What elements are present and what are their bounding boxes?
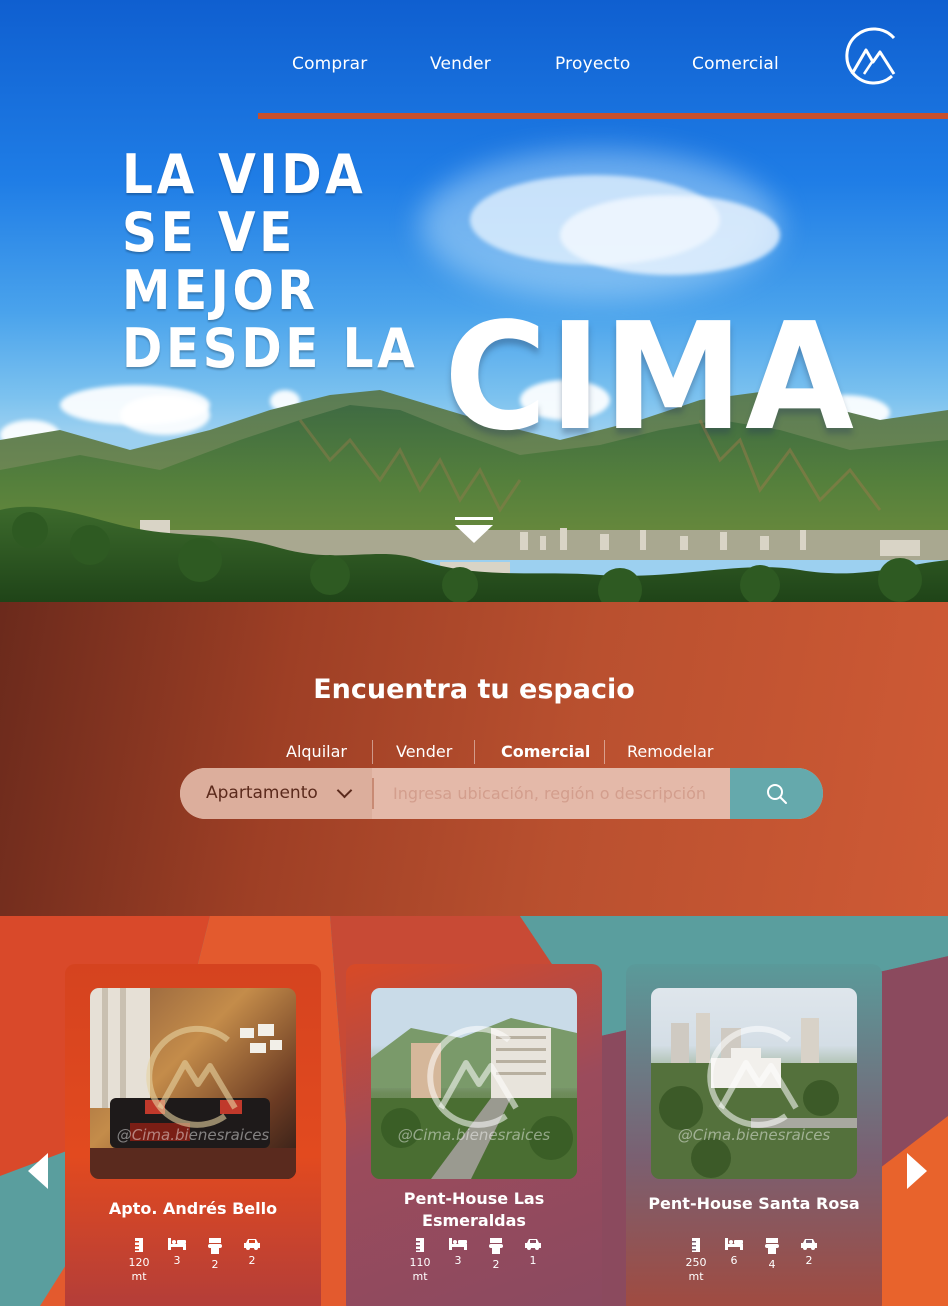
watermark-logo — [427, 1025, 519, 1128]
slogan-line: SE VE — [122, 201, 296, 264]
car-icon — [801, 1239, 817, 1250]
bed-icon — [725, 1238, 743, 1250]
spec-parking: 1 — [513, 1238, 553, 1268]
spec-bathrooms: 4 — [752, 1238, 792, 1272]
bathrooms-value: 4 — [768, 1258, 776, 1271]
property-photo[interactable]: @Cima.bienesraices — [90, 988, 296, 1179]
hero-slogan: LA VIDA SE VE MEJOR DESDE LA — [122, 146, 451, 378]
ruler-icon — [692, 1238, 700, 1252]
spec-parking: 2 — [232, 1238, 272, 1268]
search-section: Encuentra tu espacio Alquilar Vender Com… — [0, 602, 948, 916]
toilet-icon — [489, 1238, 503, 1254]
slogan-line: MEJOR — [122, 259, 319, 322]
bathrooms-value: 2 — [211, 1258, 219, 1271]
nav-proyecto[interactable]: Proyecto — [555, 54, 631, 74]
spec-bedrooms: 3 — [438, 1238, 478, 1268]
bedrooms-value: 6 — [730, 1254, 738, 1267]
listings-section: @Cima.bienesraices Apto. Andrés Bello 12… — [0, 916, 948, 1306]
listing-specs: 250 mt 6 4 2 — [626, 1238, 882, 1288]
area-unit: mt — [688, 1270, 704, 1283]
ruler-icon — [416, 1238, 424, 1252]
car-icon — [244, 1239, 260, 1250]
area-value: 110 — [409, 1256, 431, 1269]
search-divider — [372, 778, 374, 809]
nav-vender[interactable]: Vender — [430, 54, 491, 74]
parking-value: 2 — [248, 1254, 256, 1267]
search-title: Encuentra tu espacio — [313, 674, 635, 705]
car-icon — [525, 1239, 541, 1250]
slogan-line: DESDE LA — [122, 317, 419, 380]
hero-brand-word: CIMA — [444, 291, 856, 463]
search-bar: Apartamento — [180, 768, 823, 819]
chevron-down-icon — [336, 782, 353, 799]
search-tabs: Alquilar Vender Comercial Remodelar — [0, 740, 948, 766]
bedrooms-value: 3 — [173, 1254, 181, 1267]
spec-area: 120 mt — [119, 1238, 159, 1284]
listing-title: Pent-House Santa Rosa — [648, 1194, 860, 1213]
property-type-select[interactable]: Apartamento — [180, 768, 372, 819]
nav-comprar[interactable]: Comprar — [292, 54, 367, 74]
chevron-right-icon[interactable] — [907, 1153, 927, 1189]
area-unit: mt — [131, 1270, 147, 1283]
spec-parking: 2 — [789, 1238, 829, 1268]
triangle-down-icon[interactable] — [455, 517, 493, 543]
listing-specs: 120 mt 3 2 2 — [65, 1238, 321, 1288]
area-unit: mt — [412, 1270, 428, 1283]
tab-separator — [604, 740, 605, 764]
slogan-line: LA VIDA — [122, 143, 367, 206]
listing-specs: 110 mt 3 2 1 — [346, 1238, 602, 1288]
property-type-value: Apartamento — [206, 783, 318, 803]
tab-alquilar[interactable]: Alquilar — [286, 742, 347, 761]
area-value: 120 — [128, 1256, 150, 1269]
spec-area: 110 mt — [400, 1238, 440, 1284]
search-icon — [767, 784, 787, 804]
listing-card[interactable]: @Cima.bienesraices Apto. Andrés Bello 12… — [65, 964, 321, 1306]
area-value: 250 — [685, 1256, 707, 1269]
tab-separator — [474, 740, 475, 764]
spec-area: 250 mt — [676, 1238, 716, 1284]
spec-bathrooms: 2 — [195, 1238, 235, 1272]
nav-comercial[interactable]: Comercial — [692, 54, 779, 74]
watermark-text: @Cima.bienesraices — [116, 1126, 270, 1144]
spec-bathrooms: 2 — [476, 1238, 516, 1272]
tab-vender[interactable]: Vender — [396, 742, 452, 761]
top-nav: Comprar Vender Proyecto Comercial — [0, 48, 948, 88]
mountain-circle-logo[interactable] — [842, 26, 900, 88]
hero-section: Comprar Vender Proyecto Comercial LA VID… — [0, 0, 948, 602]
parking-value: 2 — [805, 1254, 813, 1267]
parking-value: 1 — [529, 1254, 537, 1267]
search-input[interactable] — [376, 768, 730, 819]
bedrooms-value: 3 — [454, 1254, 462, 1267]
bed-icon — [449, 1238, 467, 1250]
bathrooms-value: 2 — [492, 1258, 500, 1271]
listing-card[interactable]: @Cima.bienesraices Pent-House Santa Rosa… — [626, 964, 882, 1306]
bed-icon — [168, 1238, 186, 1250]
listing-title: Pent-House Las Esmeraldas — [403, 1189, 545, 1230]
chevron-left-icon[interactable] — [28, 1153, 48, 1189]
ruler-icon — [135, 1238, 143, 1252]
watermark-logo — [707, 1025, 799, 1128]
tab-separator — [372, 740, 373, 764]
listing-card[interactable]: @Cima.bienesraices Pent-House Las Esmera… — [346, 964, 602, 1306]
nav-divider — [258, 113, 948, 119]
watermark-text: @Cima.bienesraices — [677, 1126, 831, 1144]
toilet-icon — [208, 1238, 222, 1254]
watermark-logo — [146, 1025, 238, 1128]
property-photo[interactable]: @Cima.bienesraices — [371, 988, 577, 1179]
spec-bedrooms: 6 — [714, 1238, 754, 1268]
toilet-icon — [765, 1238, 779, 1254]
spec-bedrooms: 3 — [157, 1238, 197, 1268]
property-photo[interactable]: @Cima.bienesraices — [651, 988, 857, 1179]
watermark-text: @Cima.bienesraices — [397, 1126, 551, 1144]
tab-remodelar[interactable]: Remodelar — [627, 742, 713, 761]
listing-title: Apto. Andrés Bello — [108, 1199, 278, 1218]
search-button[interactable] — [730, 768, 823, 819]
tab-comercial[interactable]: Comercial — [501, 742, 590, 761]
